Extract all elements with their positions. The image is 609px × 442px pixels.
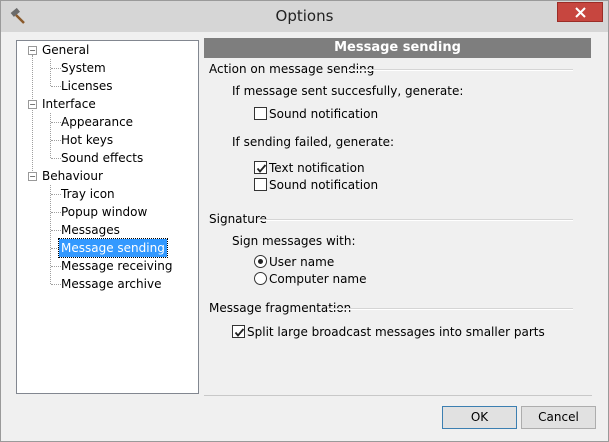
- tree-connector: [51, 68, 61, 69]
- tree-connector: [51, 194, 61, 195]
- success-sound-label[interactable]: Sound notification: [269, 107, 378, 121]
- tree-node-message-sending[interactable]: Message sending: [58, 238, 168, 258]
- split-messages-label[interactable]: Split large broadcast messages into smal…: [247, 325, 545, 339]
- tree-connector: [32, 55, 33, 181]
- tree-connector: [51, 140, 61, 141]
- tree-connector: [51, 212, 61, 213]
- panel-bottom-divider: [204, 395, 592, 396]
- tree-node-appearance[interactable]: Appearance: [61, 113, 133, 131]
- failed-text-label[interactable]: Text notification: [269, 161, 365, 175]
- group-divider: [327, 308, 573, 310]
- tree-connector: [50, 113, 51, 158]
- sign-label: Sign messages with:: [232, 234, 356, 248]
- group-divider: [259, 219, 573, 221]
- tree-node-tray-icon[interactable]: Tray icon: [61, 185, 115, 203]
- tree-node-message-receiving[interactable]: Message receiving: [61, 257, 172, 275]
- user-name-label[interactable]: User name: [269, 255, 334, 269]
- tree-node-popup-window[interactable]: Popup window: [61, 203, 147, 221]
- tree-connector: [51, 86, 61, 87]
- cancel-button[interactable]: Cancel: [521, 406, 596, 429]
- failed-sound-label[interactable]: Sound notification: [269, 178, 378, 192]
- group-divider: [347, 69, 573, 71]
- checkmark-icon: [256, 164, 267, 173]
- computer-name-label[interactable]: Computer name: [269, 272, 367, 286]
- expander-icon[interactable]: −: [28, 46, 37, 55]
- tree-connector: [50, 59, 51, 86]
- tree-node-messages[interactable]: Messages: [61, 221, 120, 239]
- title-bar[interactable]: Options: [1, 1, 608, 32]
- window-title: Options: [275, 7, 334, 25]
- tree-connector: [51, 284, 61, 285]
- expander-icon[interactable]: −: [28, 100, 37, 109]
- tree-node-sound-effects[interactable]: Sound effects: [61, 149, 143, 167]
- tree-node-message-archive[interactable]: Message archive: [61, 275, 161, 293]
- success-label: If message sent succesfully, generate:: [232, 84, 464, 98]
- split-messages-checkbox[interactable]: [232, 325, 245, 338]
- tree-connector: [50, 185, 51, 284]
- options-tree[interactable]: − General System Licenses − Interface Ap…: [16, 40, 199, 394]
- options-window: Options − General System Licenses − Inte…: [0, 0, 609, 442]
- success-sound-checkbox[interactable]: [254, 107, 267, 120]
- tree-node-licenses[interactable]: Licenses: [61, 77, 113, 95]
- user-name-radio[interactable]: [254, 255, 267, 268]
- failed-text-checkbox[interactable]: [254, 161, 267, 174]
- computer-name-radio[interactable]: [254, 272, 267, 285]
- tree-node-general[interactable]: General: [42, 41, 89, 59]
- ok-button[interactable]: OK: [442, 406, 517, 429]
- checkmark-icon: [234, 328, 245, 337]
- tree-node-system[interactable]: System: [61, 59, 106, 77]
- failed-label: If sending failed, generate:: [232, 135, 395, 149]
- tree-connector: [51, 158, 61, 159]
- close-icon: [575, 7, 586, 18]
- tree-node-interface[interactable]: Interface: [42, 95, 96, 113]
- expander-icon[interactable]: −: [28, 172, 37, 181]
- tree-connector: [51, 122, 61, 123]
- close-button[interactable]: [557, 2, 603, 22]
- tree-node-hot-keys[interactable]: Hot keys: [61, 131, 113, 149]
- tree-connector: [51, 230, 61, 231]
- tree-node-behaviour[interactable]: Behaviour: [42, 167, 103, 185]
- tree-connector: [51, 266, 61, 267]
- failed-sound-checkbox[interactable]: [254, 178, 267, 191]
- panel-header: Message sending: [204, 38, 591, 58]
